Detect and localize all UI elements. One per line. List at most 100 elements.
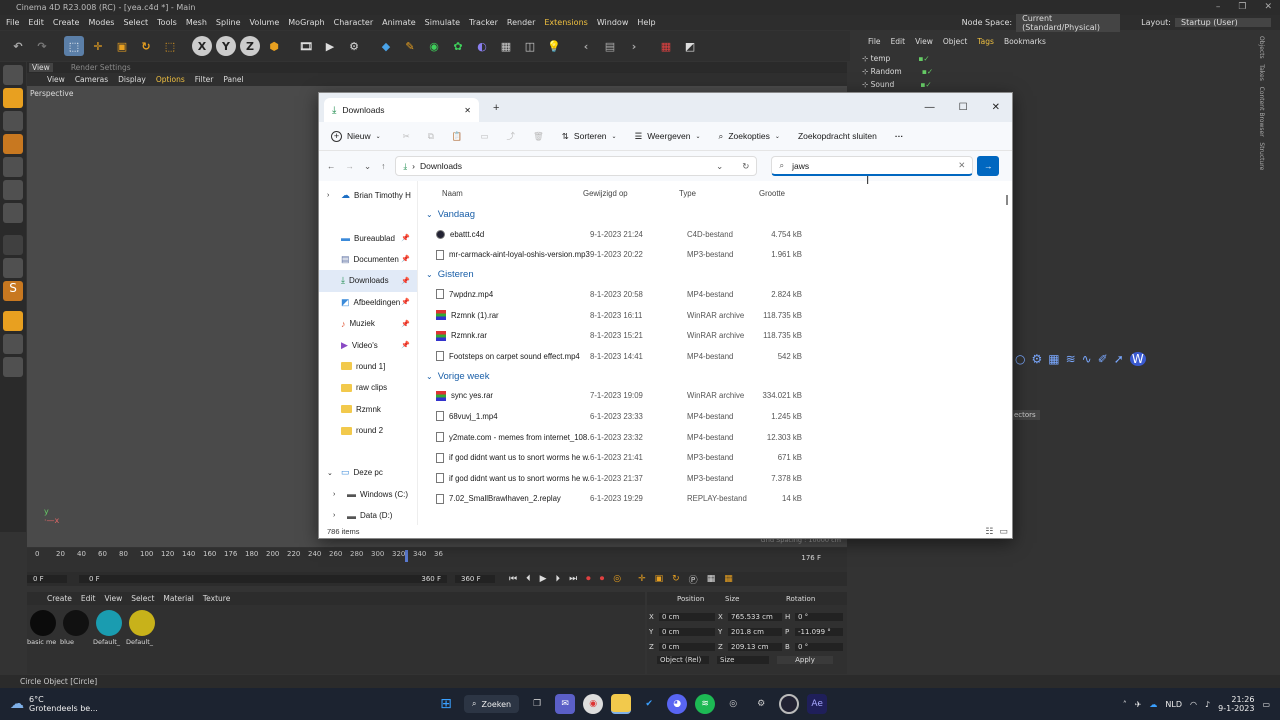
sidebar-item[interactable]: raw clips xyxy=(319,377,417,398)
size-field[interactable]: 765.533 cm xyxy=(728,612,782,621)
tab-downloads[interactable]: ⤓ Downloads ✕ xyxy=(324,98,479,122)
om-menu-bookmarks[interactable]: Bookmarks xyxy=(1004,37,1046,46)
sidebar-item[interactable]: ♪ Muziek 📌 xyxy=(319,313,417,334)
menu-item[interactable]: Animate xyxy=(382,18,416,27)
pin-icon[interactable]: 📌 xyxy=(401,277,410,285)
render-region-icon[interactable]: 🎞 xyxy=(296,36,316,56)
edges-mode-icon[interactable] xyxy=(3,157,23,177)
recent-tool-icon[interactable]: ⬚ xyxy=(160,36,180,56)
menu-item[interactable]: Edit xyxy=(28,18,44,27)
tray-chevron-icon[interactable]: ˄ xyxy=(1123,700,1127,709)
search-options-button[interactable]: ⌕ Zoekopties ⌄ xyxy=(719,131,780,142)
sidebar-item[interactable]: round 1] xyxy=(319,356,417,377)
todo-icon[interactable]: ✔ xyxy=(639,694,659,714)
record-icon[interactable]: ⏺ xyxy=(586,574,591,584)
share-icon[interactable]: ⤴ xyxy=(506,130,515,142)
script-icon[interactable]: ▦ xyxy=(656,36,676,56)
goto-end-icon[interactable]: ⏭ xyxy=(569,574,577,584)
menu-item[interactable]: Window xyxy=(597,18,629,27)
redo-icon[interactable]: ↷ xyxy=(32,36,52,56)
menu-item[interactable]: Tools xyxy=(157,18,177,27)
pointer-icon[interactable]: ➚ xyxy=(1114,352,1124,366)
start-icon[interactable]: ⊞ xyxy=(436,694,456,714)
sidebar-item[interactable]: ▬ Bureaublad 📌 xyxy=(319,227,417,248)
close-search-button[interactable]: Zoekopdracht sluiten xyxy=(798,131,877,141)
rename-icon[interactable]: ▭ xyxy=(480,131,488,142)
file-row[interactable]: y2mate.com - memes from internet_108... 6… xyxy=(418,427,1012,448)
visibility-icon[interactable]: ▪✓ xyxy=(920,80,931,89)
sidebar-item[interactable]: › ☁ Brian Timothy H xyxy=(319,185,417,206)
grid-icon[interactable] xyxy=(3,357,23,377)
om-menu-view[interactable]: View xyxy=(915,37,933,46)
recent-chevron-icon[interactable]: ⌄ xyxy=(364,161,371,172)
scale-tool-icon[interactable]: ▣ xyxy=(112,36,132,56)
layout-select[interactable]: Startup (User) xyxy=(1175,18,1271,27)
goto-start-icon[interactable]: ⏮ xyxy=(509,574,517,584)
address-bar[interactable]: ⤓ › Downloads ⌄ ↻ xyxy=(395,156,758,176)
rotate-tool-icon[interactable]: ↻ xyxy=(136,36,156,56)
om-menu-object[interactable]: Object xyxy=(943,37,967,46)
sort-button[interactable]: ⇅ Sorteren ⌄ xyxy=(562,131,617,142)
file-row[interactable]: INTRO VALVE.mp46-1-2023 17:28MP4-bestand… xyxy=(418,509,1012,510)
forward-icon[interactable]: › xyxy=(624,36,644,56)
subdivision-icon[interactable]: ◉ xyxy=(424,36,444,56)
vp-menu-panel[interactable]: Panel xyxy=(223,75,243,84)
steam-icon[interactable]: ⚙ xyxy=(751,694,771,714)
maximize-icon[interactable]: ❐ xyxy=(1238,2,1246,12)
position-field[interactable]: 0 cm xyxy=(659,627,715,636)
om-menu-file[interactable]: File xyxy=(868,37,881,46)
file-row[interactable]: Rzmnk (1).rar 8-1-2023 16:11 WinRAR archiv… xyxy=(418,305,1012,326)
group-header[interactable]: ⌄ Vandaag xyxy=(418,205,1012,224)
minimize-icon[interactable]: – xyxy=(1216,2,1221,12)
model-mode-icon[interactable] xyxy=(3,88,23,108)
expand-chevron-icon[interactable]: › xyxy=(333,491,335,498)
start-frame-field[interactable]: 0 F xyxy=(27,575,67,583)
delete-icon[interactable]: 🗑 xyxy=(533,131,544,142)
texture-mode-icon[interactable] xyxy=(3,111,23,131)
size-mode-select[interactable]: Size xyxy=(717,656,769,664)
sidebar-item[interactable]: ⌄ ▭ Deze pc xyxy=(319,462,417,483)
position-field[interactable]: 0 cm xyxy=(659,612,715,621)
file-row[interactable]: if god didnt want us to snort worms he w… xyxy=(418,468,1012,489)
search-input[interactable]: jaws xyxy=(792,161,809,171)
uv-mode-icon[interactable] xyxy=(3,203,23,223)
collapse-chevron-icon[interactable]: ⌄ xyxy=(426,270,433,279)
new-tab-icon[interactable]: + xyxy=(493,102,499,114)
move-tool-icon[interactable]: ✛ xyxy=(88,36,108,56)
file-row[interactable]: 7.02_SmallBrawlhaven_2.replay 6-1-2023 19… xyxy=(418,489,1012,510)
copy-icon[interactable]: ⧉ xyxy=(428,131,434,142)
visibility-icon[interactable]: ▪✓ xyxy=(922,67,933,76)
om-menu-tags[interactable]: Tags xyxy=(977,37,994,46)
record-icon[interactable]: W xyxy=(1129,352,1146,366)
pin-icon[interactable]: 📌 xyxy=(401,298,410,306)
coordinate-system-icon[interactable]: ⬢ xyxy=(264,36,284,56)
cinema4d-icon[interactable] xyxy=(779,694,800,714)
pla-key-icon[interactable]: ▦ xyxy=(707,574,716,584)
side-tab[interactable]: Structure xyxy=(1258,142,1265,170)
tweak-mode-icon[interactable] xyxy=(3,258,23,278)
coords-mode-select[interactable]: Object (Rel) xyxy=(657,656,709,664)
attribute-tab[interactable]: ectors xyxy=(1010,410,1040,420)
position-field[interactable]: 0 cm xyxy=(659,642,715,651)
vp-menu-view[interactable]: View xyxy=(47,75,65,84)
move-key-icon[interactable]: ✛ xyxy=(638,574,646,584)
close-icon[interactable]: ✕ xyxy=(992,102,1000,113)
end-frame-field[interactable]: 360 F xyxy=(455,575,495,583)
back-icon[interactable]: ‹ xyxy=(576,36,596,56)
weather-widget[interactable]: ☁ 6°C Grotendeels be... xyxy=(0,695,200,713)
pin-icon[interactable]: 📌 xyxy=(401,320,410,328)
task-view-icon[interactable]: ❐ xyxy=(527,694,547,714)
select-tool-icon[interactable]: ⬚ xyxy=(64,36,84,56)
play-icon[interactable]: ▶ xyxy=(540,574,547,584)
tab-view[interactable]: View xyxy=(29,63,53,72)
expand-chevron-icon[interactable]: ⌄ xyxy=(327,469,333,477)
file-row[interactable]: 7wpdnz.mp4 8-1-2023 20:58 MP4-bestand 2.824… xyxy=(418,284,1012,305)
sidebar-item[interactable]: › ▬ Windows (C:) xyxy=(319,484,417,505)
address-dropdown-icon[interactable]: ⌄ xyxy=(716,161,723,172)
side-tab[interactable]: Objects xyxy=(1258,36,1265,59)
sidebar-item[interactable]: ◩ Afbeeldingen 📌 xyxy=(319,292,417,313)
y-axis-icon[interactable]: Y xyxy=(216,36,236,56)
paste-icon[interactable]: 📋 xyxy=(452,131,463,142)
points-mode-icon[interactable] xyxy=(3,134,23,154)
undo-icon[interactable]: ↶ xyxy=(8,36,28,56)
